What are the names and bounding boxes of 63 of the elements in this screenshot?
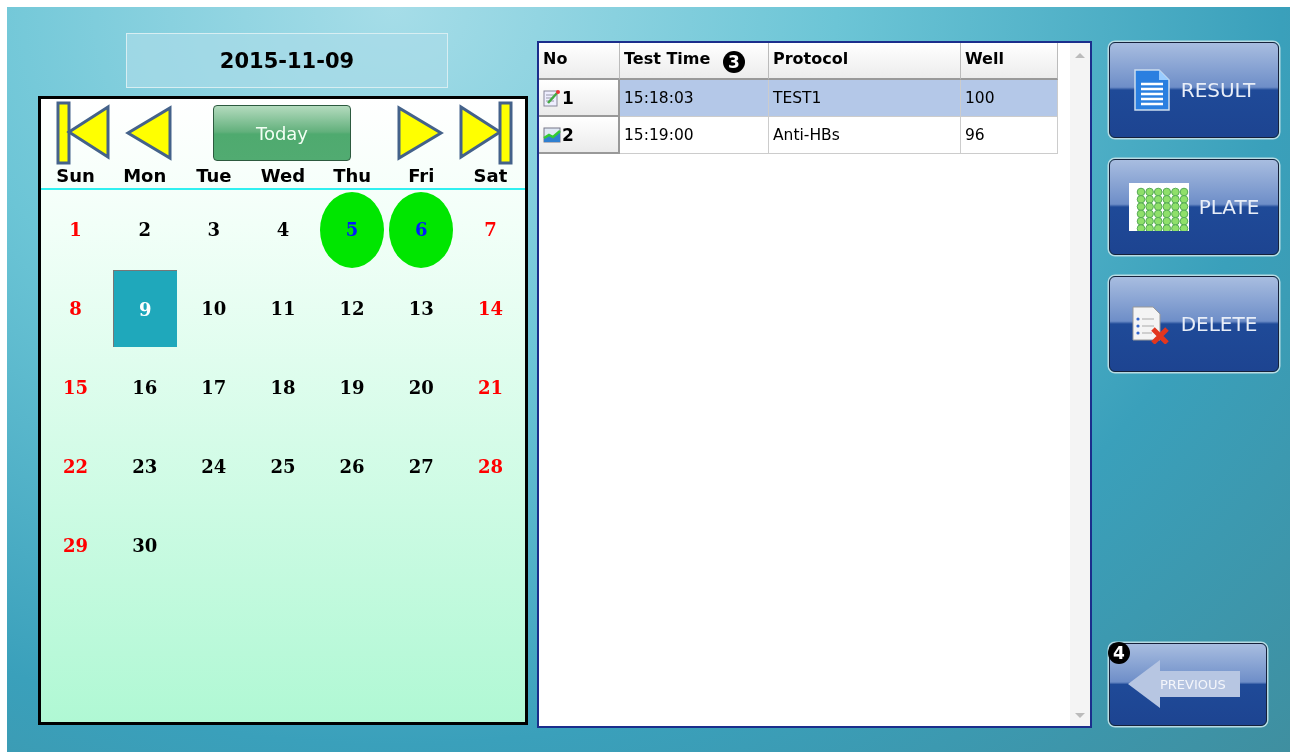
weekday-label: Tue [195,165,233,186]
calendar-day[interactable]: 15 [63,377,89,398]
calendar-day[interactable]: 30 [132,535,158,556]
edit-chart-icon [543,88,561,107]
weekday-label: Thu [332,165,373,186]
delete-button[interactable]: DELETE [1109,276,1279,372]
calendar-day[interactable]: 25 [270,456,296,477]
table-cell: TEST1 [769,80,961,117]
previous-icon[interactable] [125,105,173,161]
calendar-day[interactable]: 26 [339,456,365,477]
weekday-label: Mon [122,165,168,186]
document-button[interactable]: RESULT [1109,42,1279,138]
table-cell: 100 [961,80,1058,117]
callout-marker: 4 [1108,642,1130,664]
column-header[interactable]: No [539,43,620,80]
calendar-day[interactable]: 24 [201,456,227,477]
marked-day[interactable]: 5 [320,191,385,268]
arrow-icon [1128,660,1240,708]
marked-day[interactable]: 6 [389,191,454,268]
table-cell: 96 [961,117,1058,154]
calendar-day[interactable]: 1 [69,219,82,240]
well-plate-icon [1128,183,1189,231]
weekday-label: Sun [55,165,96,186]
calendar-day[interactable]: 12 [339,298,365,319]
calendar-day[interactable]: 3 [207,219,221,240]
calendar-day[interactable]: 18 [270,377,296,398]
chart-icon [543,125,561,144]
plate-button[interactable]: PLATE [1109,159,1279,255]
column-header[interactable]: Protocol [769,43,961,80]
weekday-label: Sat [472,165,509,186]
weekday-label: Wed [259,165,307,186]
calendar-day[interactable]: 10 [201,298,227,319]
calendar-day[interactable]: 14 [477,298,503,319]
calendar-day[interactable]: 23 [132,456,158,477]
calendar-day[interactable]: 27 [408,456,434,477]
calendar-day[interactable]: 16 [132,377,158,398]
next-icon[interactable] [396,105,444,161]
table-cell: 15:18:03 [620,80,769,117]
row-header[interactable]: 1 [539,80,620,117]
calendar-day[interactable]: 4 [276,219,290,240]
calendar-day[interactable]: 11 [270,298,296,319]
last-icon[interactable] [459,101,513,165]
column-header[interactable]: Well [961,43,1058,80]
table-cell: Anti-HBs [769,117,961,154]
delete-document-icon [1130,304,1171,344]
previous-button[interactable]: PREVIOUS 4 [1109,643,1267,726]
table-cell: 15:19:00 [620,117,769,154]
calendar-day[interactable]: 8 [69,298,82,319]
first-icon[interactable] [56,101,110,165]
calendar-day[interactable]: 17 [201,377,227,398]
row-header[interactable]: 2 [539,117,620,154]
calendar-day[interactable]: 2 [138,219,151,240]
date-display: 2015-11-09 [126,33,448,88]
calendar-day[interactable]: 21 [477,377,503,398]
weekday-label: Fri [407,165,436,186]
calendar-day[interactable]: 7 [484,219,497,240]
calendar-day[interactable]: 20 [408,377,434,398]
scrollbar[interactable] [1070,43,1090,726]
calendar-day[interactable]: 22 [63,456,89,477]
calendar-day[interactable]: 28 [477,456,503,477]
document-icon [1132,68,1171,112]
calendar-day[interactable]: 19 [339,377,365,398]
calendar-day[interactable]: 13 [408,298,434,319]
